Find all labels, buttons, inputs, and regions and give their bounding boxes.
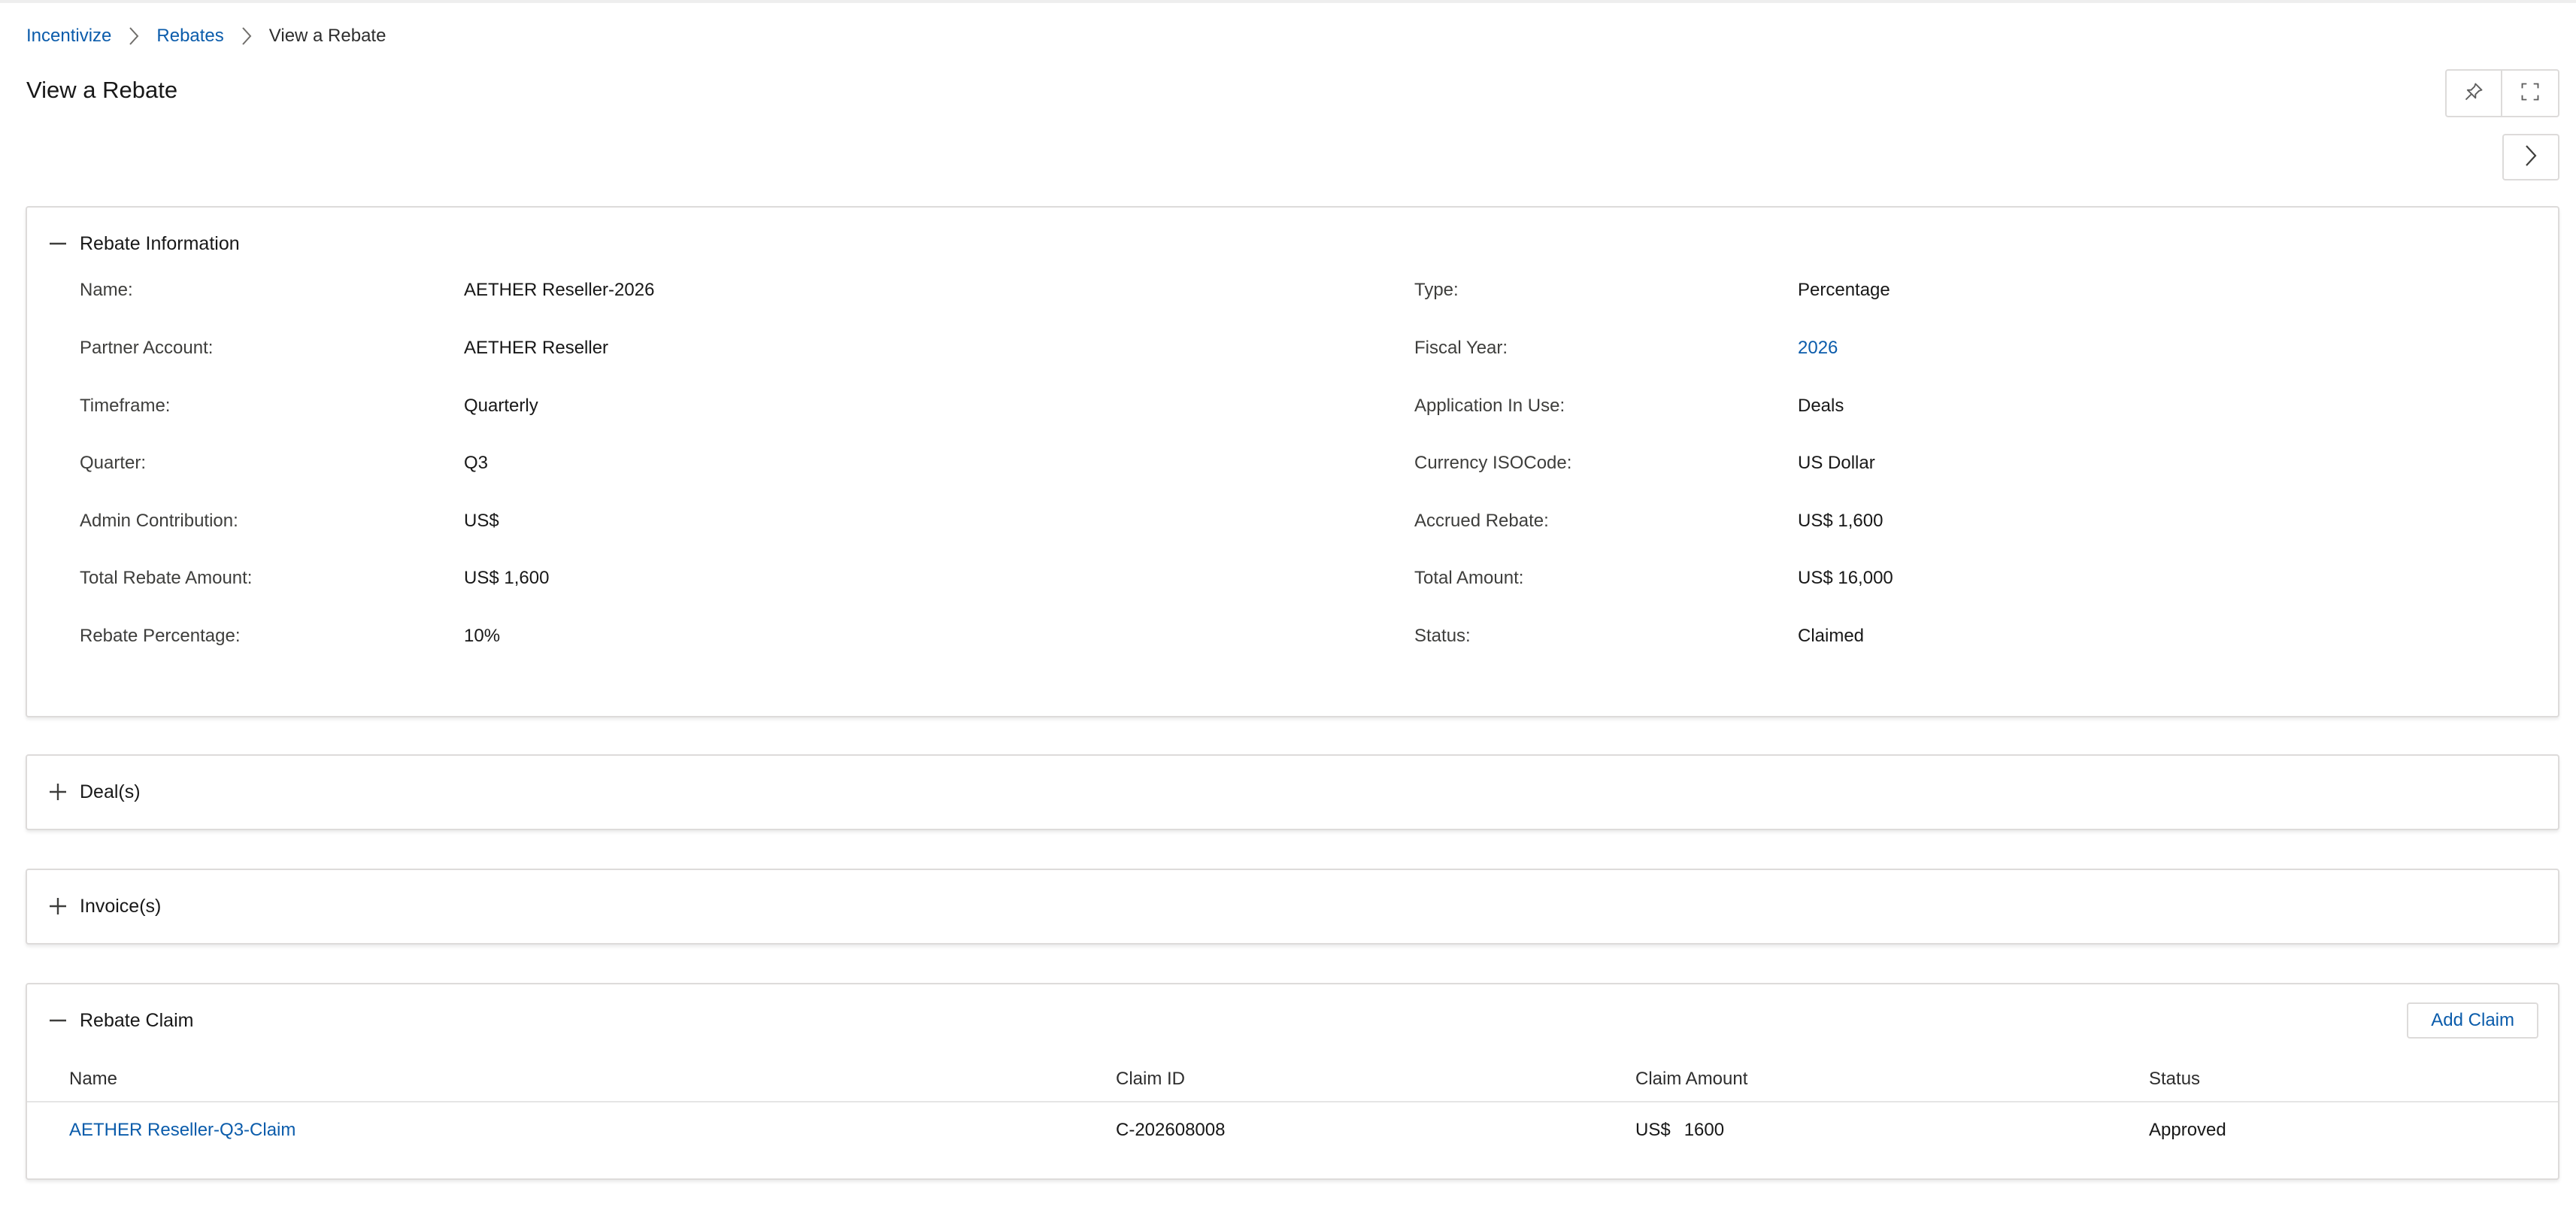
application-in-use-value: Deals — [1798, 396, 1844, 416]
next-record-button[interactable] — [2502, 134, 2559, 180]
currency-isocode-value: US Dollar — [1798, 453, 1875, 473]
chevron-right-icon — [2523, 144, 2538, 171]
timeframe-label: Timeframe: — [80, 396, 171, 416]
deals-header[interactable]: Deal(s) — [27, 756, 2558, 828]
minus-icon[interactable] — [47, 232, 69, 255]
total-rebate-amount-value: US$ 1,600 — [464, 568, 550, 588]
total-amount-label: Total Amount: — [1414, 568, 1524, 588]
breadcrumb-current: View a Rebate — [268, 26, 386, 46]
expand-icon — [2520, 81, 2541, 106]
breadcrumb-incentivize[interactable]: Incentivize — [26, 26, 111, 47]
total-rebate-amount-label: Total Rebate Amount: — [80, 568, 253, 588]
table-header-row: Name Claim ID Claim Amount Status — [27, 1057, 2558, 1102]
type-value: Percentage — [1798, 280, 1890, 300]
partner-account-value: AETHER Reseller — [464, 338, 609, 358]
column-header-claim-amount[interactable]: Claim Amount — [1635, 1057, 2149, 1102]
plus-icon[interactable] — [47, 895, 69, 917]
fiscal-year-link[interactable]: 2026 — [1798, 338, 1838, 359]
pin-button[interactable] — [2445, 69, 2502, 117]
column-header-status[interactable]: Status — [2149, 1057, 2558, 1102]
partner-account-label: Partner Account: — [80, 338, 214, 358]
total-amount-value: US$ 16,000 — [1798, 568, 1893, 588]
claim-amount-value: 1600 — [1683, 1119, 1725, 1140]
section-title: Rebate Claim — [80, 1009, 194, 1031]
status-value: Claimed — [1798, 626, 1865, 646]
page: Incentivize Rebates View a Rebate View a… — [0, 0, 2576, 1207]
accrued-rebate-label: Accrued Rebate: — [1414, 511, 1549, 531]
pin-icon — [2463, 81, 2484, 106]
currency-isocode-label: Currency ISOCode: — [1414, 453, 1572, 473]
rebate-claim-header[interactable]: Rebate Claim Add Claim — [27, 984, 2558, 1057]
header-actions — [2445, 69, 2559, 117]
page-title: View a Rebate — [26, 77, 178, 103]
column-header-name[interactable]: Name — [27, 1057, 1116, 1102]
column-header-claim-id[interactable]: Claim ID — [1116, 1057, 1635, 1102]
timeframe-value: Quarterly — [464, 396, 538, 416]
claim-name-link[interactable]: AETHER Reseller-Q3-Claim — [69, 1120, 295, 1140]
type-label: Type: — [1414, 280, 1459, 300]
fullscreen-button[interactable] — [2502, 69, 2559, 117]
section-title: Deal(s) — [80, 781, 141, 802]
claim-amount-cell: US$ 1600 — [1635, 1102, 2149, 1157]
breadcrumb-rebates[interactable]: Rebates — [156, 26, 223, 47]
section-title: Rebate Information — [80, 232, 240, 254]
claim-id-cell: C-202608008 — [1116, 1119, 1226, 1140]
status-label: Status: — [1414, 626, 1471, 646]
rebate-percentage-label: Rebate Percentage: — [80, 626, 241, 646]
table-row: AETHER Reseller-Q3-Claim C-202608008 US$… — [27, 1102, 2558, 1157]
add-claim-button[interactable]: Add Claim — [2407, 1002, 2538, 1039]
chevron-right-icon — [224, 26, 269, 47]
claim-amount-currency: US$ — [1635, 1119, 1671, 1140]
rebate-information-header[interactable]: Rebate Information — [27, 208, 2558, 280]
fiscal-year-label: Fiscal Year: — [1414, 338, 1508, 358]
admin-contribution-label: Admin Contribution: — [80, 511, 238, 531]
invoices-header[interactable]: Invoice(s) — [27, 870, 2558, 942]
rebate-claim-table: Name Claim ID Claim Amount Status AETHER… — [27, 1057, 2558, 1157]
rebate-claim-section: Rebate Claim Add Claim Name Claim ID Cla… — [26, 983, 2559, 1180]
quarter-label: Quarter: — [80, 453, 147, 473]
breadcrumb: Incentivize Rebates View a Rebate — [26, 26, 386, 47]
section-title: Invoice(s) — [80, 895, 162, 917]
admin-contribution-value: US$ — [464, 511, 499, 531]
rebate-information-section: Rebate Information Name: AETHER Reseller… — [26, 206, 2559, 717]
deals-section: Deal(s) — [26, 754, 2559, 830]
invoices-section: Invoice(s) — [26, 869, 2559, 945]
plus-icon[interactable] — [47, 781, 69, 803]
minus-icon[interactable] — [47, 1009, 69, 1032]
accrued-rebate-value: US$ 1,600 — [1798, 511, 1884, 531]
rebate-percentage-value: 10% — [464, 626, 501, 646]
name-label: Name: — [80, 280, 133, 300]
claim-name-cell: AETHER Reseller-Q3-Claim — [27, 1102, 1116, 1157]
application-in-use-label: Application In Use: — [1414, 396, 1565, 416]
chevron-right-icon — [111, 26, 156, 47]
rebate-information-fields: Name: AETHER Reseller-2026 Partner Accou… — [27, 280, 2558, 701]
name-value: AETHER Reseller-2026 — [464, 280, 655, 300]
claim-status-cell: Approved — [2149, 1119, 2226, 1140]
quarter-value: Q3 — [464, 453, 489, 473]
